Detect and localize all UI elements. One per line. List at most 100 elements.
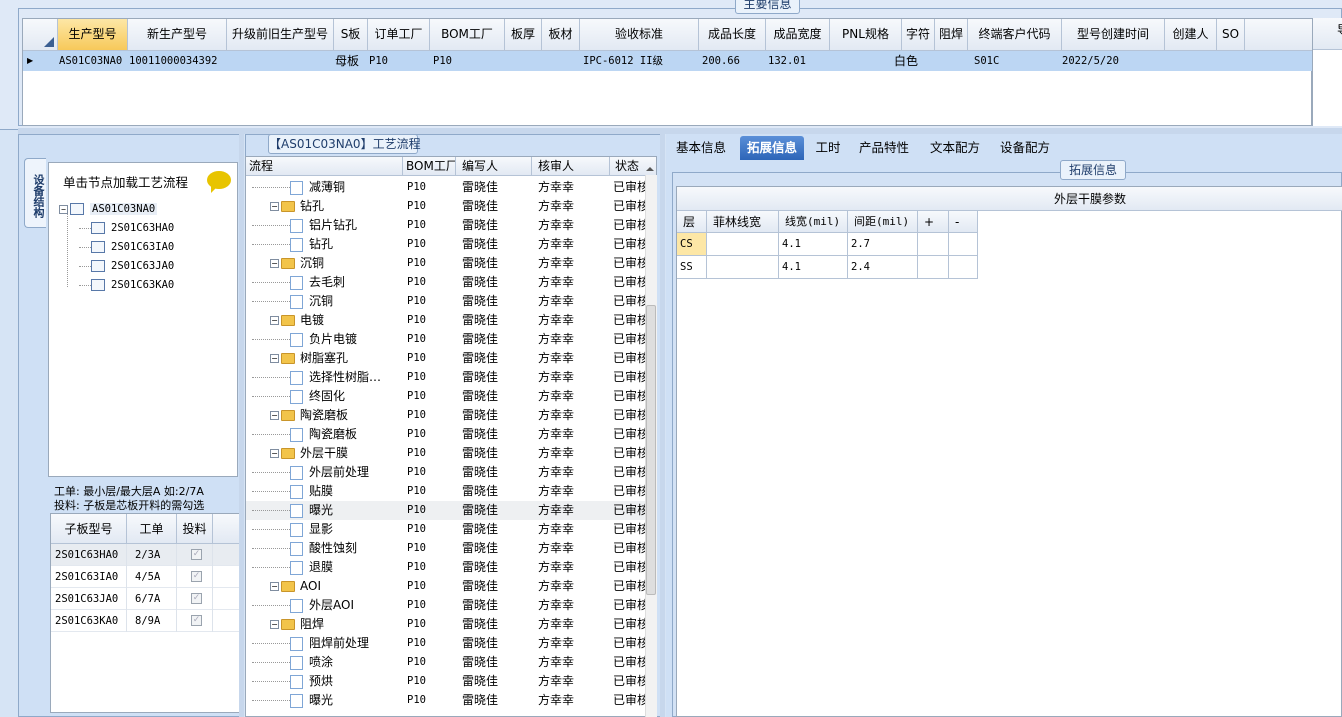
structure-tree[interactable]: 单击节点加载工艺流程 − AS01C03NA0 2S01C63HA0 2S01C6… (48, 162, 238, 477)
flow-row[interactable]: 去毛刺 P10 雷晓佳 方幸幸 已审核 (246, 273, 646, 292)
cell-created[interactable]: 2022/5/20 (1062, 51, 1162, 71)
flow-row[interactable]: 选择性树脂… P10 雷晓佳 方幸幸 已审核 (246, 368, 646, 387)
main-info-grid[interactable]: 生产型号 新生产型号 升级前旧生产型号 S板 订单工厂 BOM工厂 板厚 板材 … (22, 18, 1313, 126)
feed-checkbox[interactable]: ✓ (177, 610, 213, 632)
add-column-button[interactable]: + (918, 211, 949, 233)
collapse-icon[interactable]: − (270, 411, 279, 420)
flow-row[interactable]: 曝光 P10 雷晓佳 方幸幸 已审核 (246, 691, 646, 710)
tab-equipment-structure[interactable]: 设备结构 (24, 158, 46, 228)
cell-layer[interactable]: SS (677, 256, 707, 279)
col-header[interactable]: PNL规格 (830, 19, 902, 51)
flow-row[interactable]: − 钻孔 P10 雷晓佳 方幸幸 已审核 (246, 197, 646, 216)
col-header[interactable]: 型号创建时间 (1062, 19, 1165, 51)
col-header[interactable]: 板材 (542, 19, 580, 51)
cell-spacing[interactable]: 2.4 (848, 256, 918, 279)
cell-order[interactable]: 6/7A (127, 588, 177, 610)
cell-width[interactable]: 4.1 (779, 233, 848, 256)
cell-order[interactable]: 2/3A (127, 544, 177, 566)
collapse-icon[interactable]: − (270, 449, 279, 458)
tree-node[interactable]: 2S01C63HA0 (79, 220, 174, 236)
flow-row[interactable]: 铝片钻孔 P10 雷晓佳 方幸幸 已审核 (246, 216, 646, 235)
flow-row[interactable]: 退膜 P10 雷晓佳 方幸幸 已审核 (246, 558, 646, 577)
tab-product-features[interactable]: 产品特性 (852, 136, 916, 160)
collapse-icon[interactable]: − (270, 259, 279, 268)
flow-row[interactable]: 酸性蚀刻 P10 雷晓佳 方幸幸 已审核 (246, 539, 646, 558)
tree-node[interactable]: 2S01C63IA0 (79, 239, 174, 255)
cell-length[interactable]: 200.66 (702, 51, 764, 71)
col-header[interactable]: 终端客户代码 (968, 19, 1062, 51)
col-header[interactable]: 核审人 (532, 157, 610, 176)
collapse-icon[interactable]: − (270, 582, 279, 591)
cell-width[interactable]: 4.1 (779, 256, 848, 279)
flow-row[interactable]: 曝光 P10 雷晓佳 方幸幸 已审核 (246, 501, 646, 520)
cell-standard[interactable]: IPC-6012 II级 (583, 51, 699, 71)
cell-customer-code[interactable]: S01C (974, 51, 1060, 71)
col-header[interactable]: 字符 (902, 19, 935, 51)
flow-row[interactable]: 终固化 P10 雷晓佳 方幸幸 已审核 (246, 387, 646, 406)
tab-basic-info[interactable]: 基本信息 (670, 136, 732, 160)
cell-model[interactable]: 2S01C63HA0 (51, 544, 127, 566)
col-header[interactable]: 流程 (246, 157, 403, 176)
collapse-icon[interactable]: − (270, 202, 279, 211)
feed-checkbox[interactable]: ✓ (177, 588, 213, 610)
table-row[interactable]: 2S01C63JA0 6/7A ✓ (51, 588, 241, 610)
tree-root[interactable]: − AS01C03NA0 (59, 201, 158, 217)
flow-row[interactable]: 贴膜 P10 雷晓佳 方幸幸 已审核 (246, 482, 646, 501)
flow-row[interactable]: − 阻焊 P10 雷晓佳 方幸幸 已审核 (246, 615, 646, 634)
cell-layer[interactable]: CS (677, 233, 707, 256)
cell-char[interactable]: 白色 (894, 51, 934, 71)
col-header[interactable]: 间距(mil) (848, 211, 918, 233)
col-header[interactable]: 成品宽度 (766, 19, 830, 51)
flow-row[interactable]: 沉铜 P10 雷晓佳 方幸幸 已审核 (246, 292, 646, 311)
flow-row[interactable]: 喷涂 P10 雷晓佳 方幸幸 已审核 (246, 653, 646, 672)
col-header[interactable]: 生产型号 (58, 19, 128, 51)
flow-row[interactable]: 阻焊前处理 P10 雷晓佳 方幸幸 已审核 (246, 634, 646, 653)
col-header[interactable]: 线宽(mil) (779, 211, 848, 233)
cell-model[interactable]: 2S01C63KA0 (51, 610, 127, 632)
scrollbar-thumb[interactable] (646, 305, 656, 595)
tree-node[interactable]: 2S01C63JA0 (79, 258, 174, 274)
col-header[interactable]: 菲林线宽 (707, 211, 779, 233)
col-header[interactable]: 投料 (177, 514, 213, 544)
col-header[interactable]: 编写人 (456, 157, 532, 176)
flow-row[interactable]: 钻孔 P10 雷晓佳 方幸幸 已审核 (246, 235, 646, 254)
col-header[interactable]: 阻焊 (935, 19, 968, 51)
cell-bom-factory[interactable]: P10 (433, 51, 503, 71)
collapse-icon[interactable]: − (270, 316, 279, 325)
flow-row[interactable]: − AOI P10 雷晓佳 方幸幸 已审核 (246, 577, 646, 596)
col-header[interactable]: 层 (677, 211, 707, 233)
cell-film[interactable] (707, 256, 779, 279)
flow-row[interactable]: 陶瓷磨板 P10 雷晓佳 方幸幸 已审核 (246, 425, 646, 444)
table-row[interactable]: 2S01C63KA0 8/9A ✓ (51, 610, 241, 632)
collapse-icon[interactable]: − (59, 204, 68, 214)
tab-text-recipe[interactable]: 文本配方 (924, 136, 986, 160)
cell-prod-model[interactable]: AS01C03NA0 (59, 51, 129, 71)
cell-model[interactable]: 2S01C63JA0 (51, 588, 127, 610)
col-header[interactable]: BOM工厂 (430, 19, 505, 51)
flow-row[interactable]: − 树脂塞孔 P10 雷晓佳 方幸幸 已审核 (246, 349, 646, 368)
table-row[interactable]: 2S01C63IA0 4/5A ✓ (51, 566, 241, 588)
col-header[interactable]: BOM工厂 (403, 157, 456, 176)
col-header[interactable]: SO (1217, 19, 1245, 51)
flow-row[interactable]: 负片电镀 P10 雷晓佳 方幸幸 已审核 (246, 330, 646, 349)
tab-device-recipe[interactable]: 设备配方 (994, 136, 1056, 160)
flow-row[interactable]: 显影 P10 雷晓佳 方幸幸 已审核 (246, 520, 646, 539)
flow-row[interactable]: 预烘 P10 雷晓佳 方幸幸 已审核 (246, 672, 646, 691)
col-header[interactable]: 成品长度 (699, 19, 766, 51)
cell-order[interactable]: 4/5A (127, 566, 177, 588)
flow-row[interactable]: − 陶瓷磨板 P10 雷晓佳 方幸幸 已审核 (246, 406, 646, 425)
tab-extended-info[interactable]: 拓展信息 (740, 136, 804, 160)
flow-row[interactable]: − 沉铜 P10 雷晓佳 方幸幸 已审核 (246, 254, 646, 273)
col-header[interactable]: 子板型号 (51, 514, 127, 544)
cell-film[interactable] (707, 233, 779, 256)
flow-row[interactable]: 外层前处理 P10 雷晓佳 方幸幸 已审核 (246, 463, 646, 482)
feed-checkbox[interactable]: ✓ (177, 544, 213, 566)
left-splitter[interactable] (239, 134, 244, 717)
collapse-icon[interactable]: − (270, 354, 279, 363)
outer-dry-film-table[interactable]: 外层干膜参数 层 菲林线宽 线宽(mil) 间距(mil) + - CS 4.1… (676, 186, 1342, 717)
col-header[interactable]: 工单 (127, 514, 177, 544)
cell-order-factory[interactable]: P10 (369, 51, 429, 71)
col-header[interactable]: 新生产型号 (128, 19, 227, 51)
sub-board-grid[interactable]: 子板型号 工单 投料 2S01C63HA0 2/3A ✓ 2S01C63IA0 … (50, 513, 241, 713)
col-header[interactable]: 创建人 (1165, 19, 1217, 51)
